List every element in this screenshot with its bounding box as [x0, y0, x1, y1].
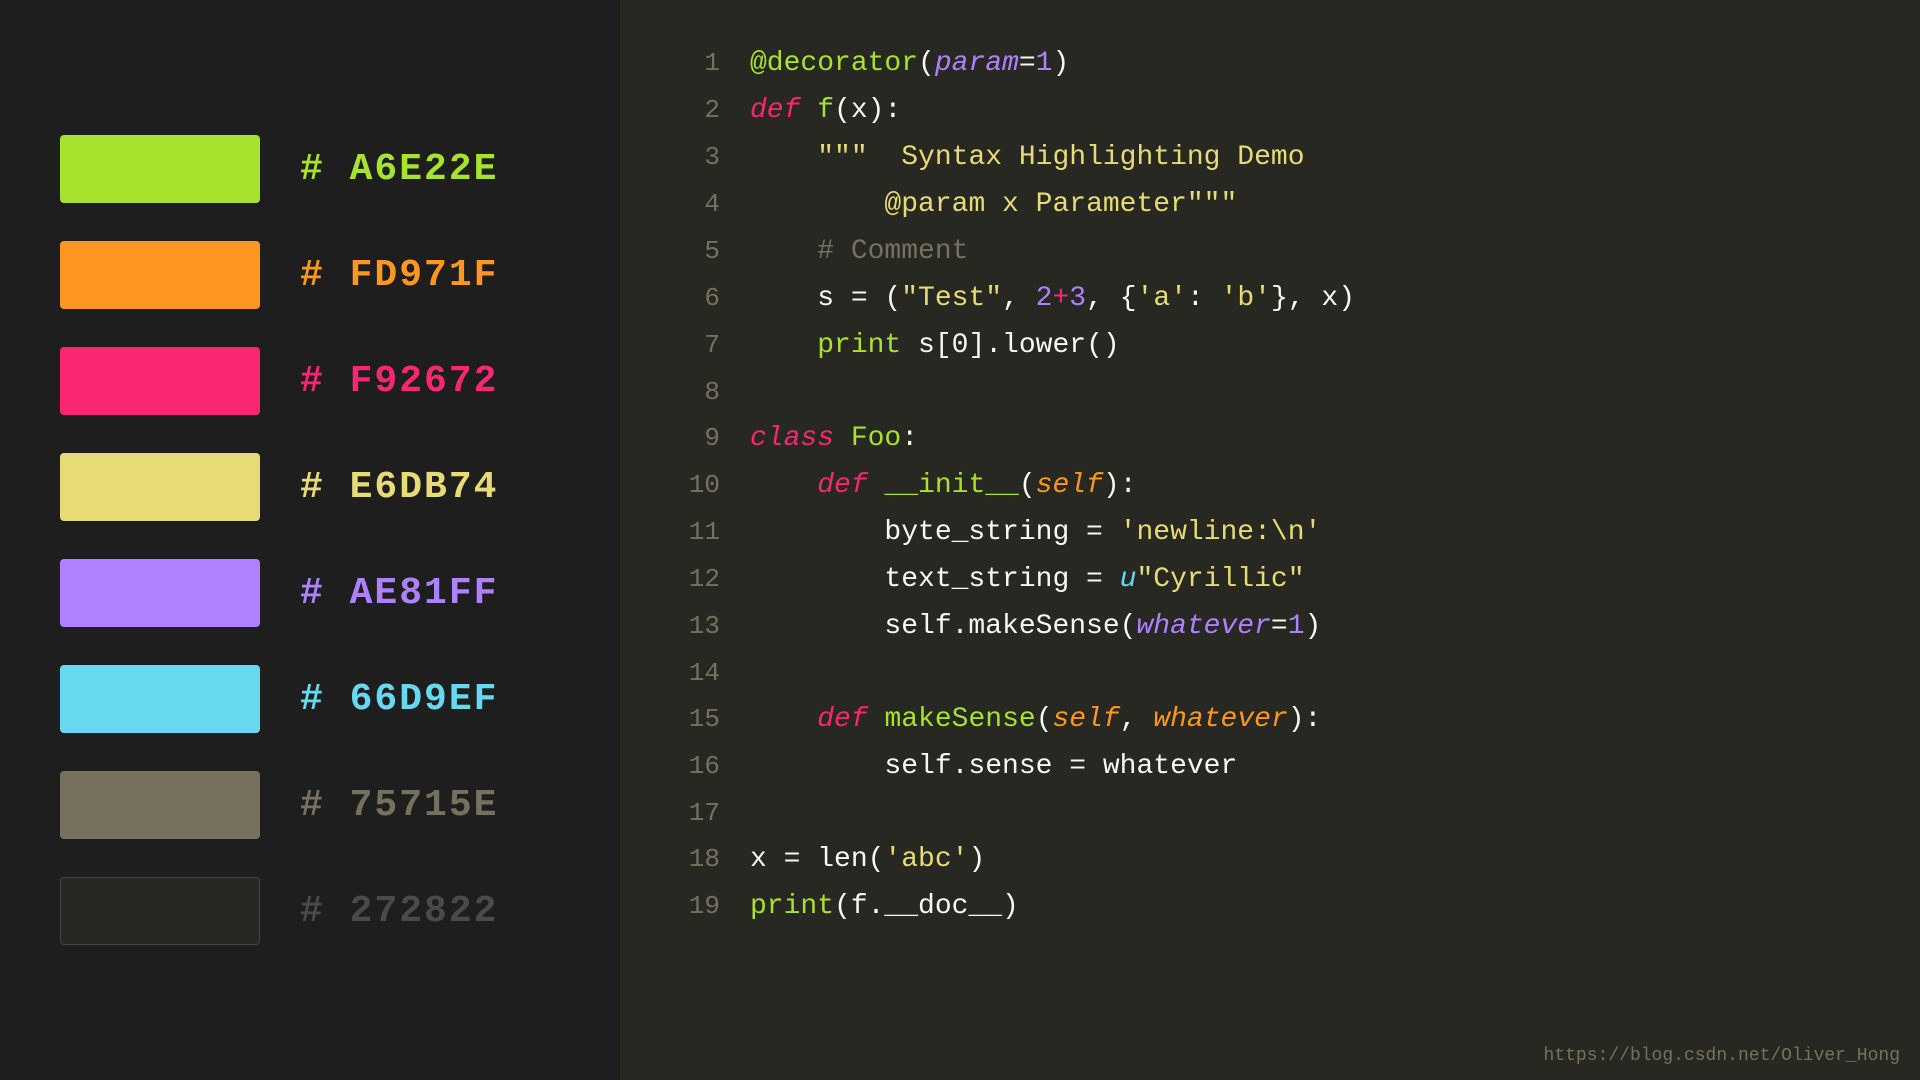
code-block: 1 @decorator(param=1) 2 def f(x): 3 """ … [670, 40, 1870, 930]
line-num-4: 4 [670, 181, 720, 227]
code-line-2: 2 def f(x): [670, 87, 1870, 134]
code-content-18: x = len('abc') [750, 837, 1870, 883]
code-line-8: 8 [670, 369, 1870, 415]
line-num-10: 10 [670, 462, 720, 508]
color-row-3: # E6DB74 [60, 453, 560, 521]
watermark: https://blog.csdn.net/Oliver_Hong [1544, 1046, 1900, 1066]
color-label-7: # 272822 [300, 890, 498, 933]
color-swatch-0 [60, 135, 260, 203]
line-num-14: 14 [670, 650, 720, 696]
code-line-3: 3 """ Syntax Highlighting Demo [670, 134, 1870, 181]
code-line-7: 7 print s[0].lower() [670, 322, 1870, 369]
line-num-18: 18 [670, 836, 720, 882]
line-num-19: 19 [670, 883, 720, 929]
code-content-12: text_string = u"Cyrillic" [750, 557, 1870, 603]
color-swatch-5 [60, 665, 260, 733]
code-content-13: self.makeSense(whatever=1) [750, 604, 1870, 650]
code-content-1: @decorator(param=1) [750, 41, 1870, 87]
code-content-3: """ Syntax Highlighting Demo [750, 135, 1870, 181]
code-line-15: 15 def makeSense(self, whatever): [670, 696, 1870, 743]
code-content-7: print s[0].lower() [750, 323, 1870, 369]
color-swatch-7 [60, 877, 260, 945]
line-num-2: 2 [670, 87, 720, 133]
code-content-2: def f(x): [750, 88, 1870, 134]
code-content-10: def __init__(self): [750, 463, 1870, 509]
code-line-18: 18 x = len('abc') [670, 836, 1870, 883]
color-swatch-3 [60, 453, 260, 521]
code-line-16: 16 self.sense = whatever [670, 743, 1870, 790]
code-line-1: 1 @decorator(param=1) [670, 40, 1870, 87]
code-content-11: byte_string = 'newline:\n' [750, 510, 1870, 556]
color-row-5: # 66D9EF [60, 665, 560, 733]
line-num-1: 1 [670, 40, 720, 86]
color-label-2: # F92672 [300, 360, 498, 403]
line-num-15: 15 [670, 696, 720, 742]
color-row-6: # 75715E [60, 771, 560, 839]
color-swatch-1 [60, 241, 260, 309]
code-content-6: s = ("Test", 2+3, {'a': 'b'}, x) [750, 276, 1870, 322]
code-panel: 1 @decorator(param=1) 2 def f(x): 3 """ … [620, 0, 1920, 1080]
line-num-12: 12 [670, 556, 720, 602]
code-content-15: def makeSense(self, whatever): [750, 697, 1870, 743]
code-content-9: class Foo: [750, 416, 1870, 462]
code-line-13: 13 self.makeSense(whatever=1) [670, 603, 1870, 650]
line-num-13: 13 [670, 603, 720, 649]
color-row-7: # 272822 [60, 877, 560, 945]
code-line-11: 11 byte_string = 'newline:\n' [670, 509, 1870, 556]
color-label-6: # 75715E [300, 784, 498, 827]
color-label-1: # FD971F [300, 254, 498, 297]
color-label-0: # A6E22E [300, 148, 498, 191]
code-line-19: 19 print(f.__doc__) [670, 883, 1870, 930]
line-num-3: 3 [670, 134, 720, 180]
color-swatch-2 [60, 347, 260, 415]
line-num-7: 7 [670, 322, 720, 368]
color-row-0: # A6E22E [60, 135, 560, 203]
line-num-8: 8 [670, 369, 720, 415]
color-label-5: # 66D9EF [300, 678, 498, 721]
code-line-10: 10 def __init__(self): [670, 462, 1870, 509]
color-palette-panel: # A6E22E # FD971F # F92672 # E6DB74 # AE… [0, 0, 620, 1080]
code-line-5: 5 # Comment [670, 228, 1870, 275]
line-num-16: 16 [670, 743, 720, 789]
color-swatch-4 [60, 559, 260, 627]
code-line-14: 14 [670, 650, 1870, 696]
color-row-1: # FD971F [60, 241, 560, 309]
color-label-4: # AE81FF [300, 572, 498, 615]
code-content-19: print(f.__doc__) [750, 884, 1870, 930]
code-line-6: 6 s = ("Test", 2+3, {'a': 'b'}, x) [670, 275, 1870, 322]
code-line-4: 4 @param x Parameter""" [670, 181, 1870, 228]
line-num-11: 11 [670, 509, 720, 555]
color-row-4: # AE81FF [60, 559, 560, 627]
line-num-6: 6 [670, 275, 720, 321]
line-num-17: 17 [670, 790, 720, 836]
code-line-9: 9 class Foo: [670, 415, 1870, 462]
code-line-12: 12 text_string = u"Cyrillic" [670, 556, 1870, 603]
color-label-3: # E6DB74 [300, 466, 498, 509]
color-row-2: # F92672 [60, 347, 560, 415]
line-num-5: 5 [670, 228, 720, 274]
code-content-4: @param x Parameter""" [750, 182, 1870, 228]
color-swatch-6 [60, 771, 260, 839]
code-content-5: # Comment [750, 229, 1870, 275]
code-content-16: self.sense = whatever [750, 744, 1870, 790]
code-line-17: 17 [670, 790, 1870, 836]
line-num-9: 9 [670, 415, 720, 461]
